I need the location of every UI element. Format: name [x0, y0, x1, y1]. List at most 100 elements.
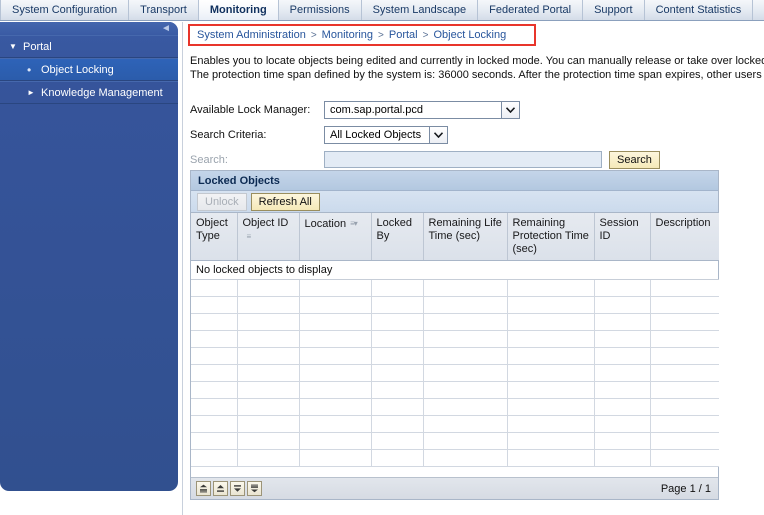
table-cell — [594, 296, 651, 314]
top-tab-content-statistics[interactable]: Content Statistics — [645, 0, 754, 20]
table-cell — [371, 449, 424, 467]
search-criteria-select[interactable]: All Locked Objects — [324, 125, 448, 144]
panel-toolbar: Unlock Refresh All — [191, 191, 718, 213]
search-button[interactable]: Search — [609, 150, 660, 169]
table-cell — [191, 279, 238, 297]
table-cell — [594, 415, 651, 433]
column-header-label: Locked By — [376, 217, 412, 242]
table-cell — [650, 279, 719, 297]
description-line-1: Enables you to locate objects being edit… — [190, 55, 764, 67]
table-cell — [237, 313, 300, 331]
table-cell — [299, 415, 372, 433]
sidebar-item-label: Portal — [23, 40, 52, 53]
breadcrumb-link-system-administration[interactable]: System Administration — [197, 29, 306, 41]
table-cell — [594, 347, 651, 365]
column-header-remaining-protection-time-sec[interactable]: Remaining Protection Time (sec) — [507, 213, 595, 261]
lock-manager-row: Available Lock Manager: com.sap.portal.p… — [190, 97, 750, 122]
locked-objects-panel: Locked Objects Unlock Refresh All Object… — [190, 170, 719, 500]
previous-page-button[interactable] — [213, 481, 228, 496]
table-cell — [371, 279, 424, 297]
sort-indicator-icon[interactable]: ≡▾ — [350, 217, 358, 230]
table-cell — [594, 279, 651, 297]
search-row: Search: Search — [190, 147, 750, 172]
first-page-button[interactable] — [196, 481, 211, 496]
chevron-down-glyph — [434, 131, 443, 138]
sidebar-collapse-icon[interactable]: ◄ — [160, 22, 172, 36]
top-tab-monitoring[interactable]: Monitoring — [198, 0, 279, 20]
last-page-button[interactable] — [247, 481, 262, 496]
table-cell — [507, 347, 595, 365]
page-indicator: Page 1 / 1 — [660, 482, 711, 495]
top-navigation-bar: System Configuration Transport Monitoring P… — [0, 0, 764, 21]
breadcrumb-link-object-locking[interactable]: Object Locking — [433, 29, 506, 41]
description-line-2: The protection time span defined by the … — [190, 69, 762, 81]
table-cell — [299, 432, 372, 450]
column-header-locked-by[interactable]: Locked By — [371, 213, 424, 261]
search-input[interactable] — [324, 151, 602, 168]
sidebar: ◄ ▼ Portal • Object Locking ► Knowledge Manag… — [0, 22, 178, 491]
lock-manager-label: Available Lock Manager: — [190, 103, 311, 116]
sidebar-item-label: Object Locking — [41, 63, 114, 76]
table-cell — [299, 381, 372, 399]
locked-objects-table: Object Type Object ID≡ Location ≡▾ Locked By… — [191, 213, 719, 467]
column-header-session-id[interactable]: Session ID — [594, 213, 651, 261]
table-cell — [507, 296, 595, 314]
table-cell — [594, 313, 651, 331]
column-header-object-id[interactable]: Object ID≡ — [237, 213, 300, 261]
top-tab-system-configuration[interactable]: System Configuration — [0, 0, 130, 20]
table-cell — [299, 313, 372, 331]
sidebar-item-portal[interactable]: ▼ Portal — [0, 35, 178, 58]
table-cell — [299, 279, 372, 297]
breadcrumb-link-monitoring[interactable]: Monitoring — [322, 29, 373, 41]
sort-indicator-icon[interactable]: ≡ — [247, 230, 252, 243]
column-header-object-type[interactable]: Object Type — [191, 213, 238, 261]
table-cell — [371, 398, 424, 416]
column-header-description[interactable]: Description — [650, 213, 719, 261]
table-cell — [237, 449, 300, 467]
top-tab-transport[interactable]: Transport — [129, 0, 199, 20]
top-tab-federated-portal[interactable]: Federated Portal — [478, 0, 584, 20]
breadcrumb-link-portal[interactable]: Portal — [389, 29, 418, 41]
table-cell — [237, 296, 300, 314]
table-row — [191, 279, 719, 297]
refresh-all-button[interactable]: Refresh All — [250, 192, 320, 211]
table-cell — [191, 398, 238, 416]
search-label: Search: — [190, 153, 228, 166]
top-tab-permissions[interactable]: Permissions — [279, 0, 362, 20]
sidebar-item-knowledge-management[interactable]: ► Knowledge Management — [0, 81, 178, 104]
table-cell — [237, 347, 300, 365]
search-criteria-label: Search Criteria: — [190, 128, 267, 141]
table-row — [191, 432, 719, 450]
column-header-label: Location — [304, 218, 347, 230]
table-cell — [299, 364, 372, 382]
top-tab-support[interactable]: Support — [583, 0, 645, 20]
table-cell — [507, 364, 595, 382]
lock-manager-select[interactable]: com.sap.portal.pcd — [324, 100, 520, 119]
table-cell — [423, 398, 508, 416]
next-page-button[interactable] — [230, 481, 245, 496]
table-cell — [371, 381, 424, 399]
table-cell — [371, 313, 424, 331]
unlock-button[interactable]: Unlock — [197, 192, 247, 211]
triangle-right-icon: ► — [27, 88, 35, 97]
table-cell — [371, 364, 424, 382]
column-header-location[interactable]: Location ≡▾ — [299, 213, 372, 261]
table-cell — [423, 415, 508, 433]
triangle-down-icon: ▼ — [9, 42, 17, 51]
sidebar-item-object-locking[interactable]: • Object Locking — [0, 58, 178, 81]
chevron-down-icon — [501, 101, 519, 118]
column-header-remaining-life-time-sec[interactable]: Remaining Life Time (sec) — [423, 213, 508, 261]
table-cell — [507, 449, 595, 467]
table-cell — [191, 381, 238, 399]
search-form: Available Lock Manager: com.sap.portal.p… — [190, 97, 750, 172]
page-description: Enables you to locate objects being edit… — [190, 54, 764, 82]
sidebar-item-list: ▼ Portal • Object Locking ► Knowledge Managem… — [0, 35, 178, 104]
top-tab-system-landscape[interactable]: System Landscape — [362, 0, 479, 20]
table-cell — [594, 449, 651, 467]
table-cell — [507, 381, 595, 399]
table-cell — [191, 364, 238, 382]
breadcrumb-highlight-box: System Administration > Monitoring > Portal >… — [188, 24, 536, 46]
table-cell — [594, 364, 651, 382]
table-row — [191, 347, 719, 365]
column-header-label: Description — [655, 217, 711, 229]
